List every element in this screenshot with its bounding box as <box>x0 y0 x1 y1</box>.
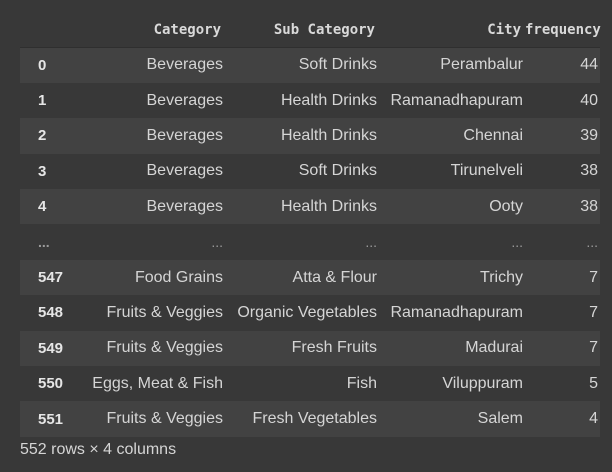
row-index: 547 <box>38 269 63 287</box>
row-index: 1 <box>38 92 47 110</box>
cell-sub-category: Atta & Flour <box>292 268 377 286</box>
cell-sub-category: Health Drinks <box>280 91 377 109</box>
cell-category: Beverages <box>146 91 224 109</box>
cell-frequency: ... <box>586 234 598 251</box>
cell-frequency: 40 <box>580 91 598 109</box>
cell-sub-category: Fresh Vegetables <box>252 410 377 428</box>
cell-sub-category: Soft Drinks <box>298 56 377 74</box>
column-header-frequency: frequency <box>525 12 601 48</box>
row-index: ... <box>38 234 50 251</box>
cell-city: Ooty <box>489 197 523 215</box>
cell-sub-category: Soft Drinks <box>298 162 377 180</box>
table-row: 0 Beverages Soft Drinks Perambalur 44 <box>20 47 600 83</box>
cell-city: Ramanadhapuram <box>390 91 523 109</box>
cell-category: Food Grains <box>134 268 223 286</box>
cell-sub-category: Fresh Fruits <box>291 339 377 357</box>
cell-frequency: 39 <box>580 126 598 144</box>
table-row: 550 Eggs, Meat & Fish Fish Viluppuram 5 <box>20 366 600 402</box>
cell-frequency: 38 <box>580 197 598 215</box>
row-index: 2 <box>38 127 47 145</box>
table-body: 0 Beverages Soft Drinks Perambalur 44 1 … <box>20 47 600 437</box>
cell-category: Eggs, Meat & Fish <box>92 374 223 392</box>
cell-frequency: 38 <box>580 162 598 180</box>
cell-frequency: 7 <box>589 303 598 321</box>
cell-sub-category: Organic Vegetables <box>237 303 377 321</box>
cell-category: Beverages <box>146 162 224 180</box>
row-index: 551 <box>38 410 63 428</box>
cell-frequency: 44 <box>580 56 598 74</box>
cell-city: Chennai <box>463 126 523 144</box>
cell-category: Beverages <box>146 126 224 144</box>
cell-sub-category: Health Drinks <box>280 197 377 215</box>
cell-category: Fruits & Veggies <box>106 410 224 428</box>
cell-frequency: 4 <box>589 410 598 428</box>
index-column-header <box>20 12 63 48</box>
cell-city: Trichy <box>480 268 523 286</box>
cell-city: Perambalur <box>440 56 523 74</box>
table-row: 547 Food Grains Atta & Flour Trichy 7 <box>20 259 600 296</box>
row-index: 549 <box>38 339 63 357</box>
cell-category: Fruits & Veggies <box>106 339 224 357</box>
row-index: 548 <box>38 304 63 322</box>
cell-city: Tirunelveli <box>450 162 523 180</box>
cell-city: ... <box>511 234 523 251</box>
cell-city: Madurai <box>465 339 523 357</box>
cell-city: Viluppuram <box>442 374 523 392</box>
row-index: 3 <box>38 162 47 180</box>
table-row: 551 Fruits & Veggies Fresh Vegetables Sa… <box>20 401 600 437</box>
row-index: 0 <box>38 56 47 74</box>
cell-frequency: 7 <box>589 339 598 357</box>
dataframe-shape-label: 552 rows × 4 columns <box>20 441 177 458</box>
column-header-sub-category: Sub Category <box>225 12 379 48</box>
column-header-city: City <box>379 12 525 48</box>
cell-city: Ramanadhapuram <box>390 303 523 321</box>
dataframe-table: Category Sub Category City frequency 0 B… <box>20 12 601 437</box>
table-row: 1 Beverages Health Drinks Ramanadhapuram… <box>20 82 600 119</box>
cell-sub-category: Fish <box>346 374 377 392</box>
ellipsis-row: ... ... ... ... ... <box>20 224 600 260</box>
dataframe-output: Category Sub Category City frequency 0 B… <box>0 0 612 472</box>
table-row: 548 Fruits & Veggies Organic Vegetables … <box>20 295 600 331</box>
cell-category: Fruits & Veggies <box>106 303 224 321</box>
row-index: 4 <box>38 198 47 216</box>
cell-category: Beverages <box>146 197 224 215</box>
cell-frequency: 7 <box>589 268 598 286</box>
cell-frequency: 5 <box>589 374 598 392</box>
table-row: 3 Beverages Soft Drinks Tirunelveli 38 <box>20 153 600 190</box>
table-row: 549 Fruits & Veggies Fresh Fruits Madura… <box>20 330 600 367</box>
table-row: 2 Beverages Health Drinks Chennai 39 <box>20 118 600 154</box>
column-header-category: Category <box>63 12 225 48</box>
cell-category: Beverages <box>146 56 224 74</box>
cell-category: ... <box>211 234 223 251</box>
header-row: Category Sub Category City frequency <box>20 12 601 48</box>
table-header: Category Sub Category City frequency <box>20 12 601 48</box>
cell-sub-category: ... <box>365 234 377 251</box>
cell-sub-category: Health Drinks <box>280 126 377 144</box>
cell-city: Salem <box>477 410 523 428</box>
row-index: 550 <box>38 375 63 393</box>
table-row: 4 Beverages Health Drinks Ooty 38 <box>20 189 600 225</box>
